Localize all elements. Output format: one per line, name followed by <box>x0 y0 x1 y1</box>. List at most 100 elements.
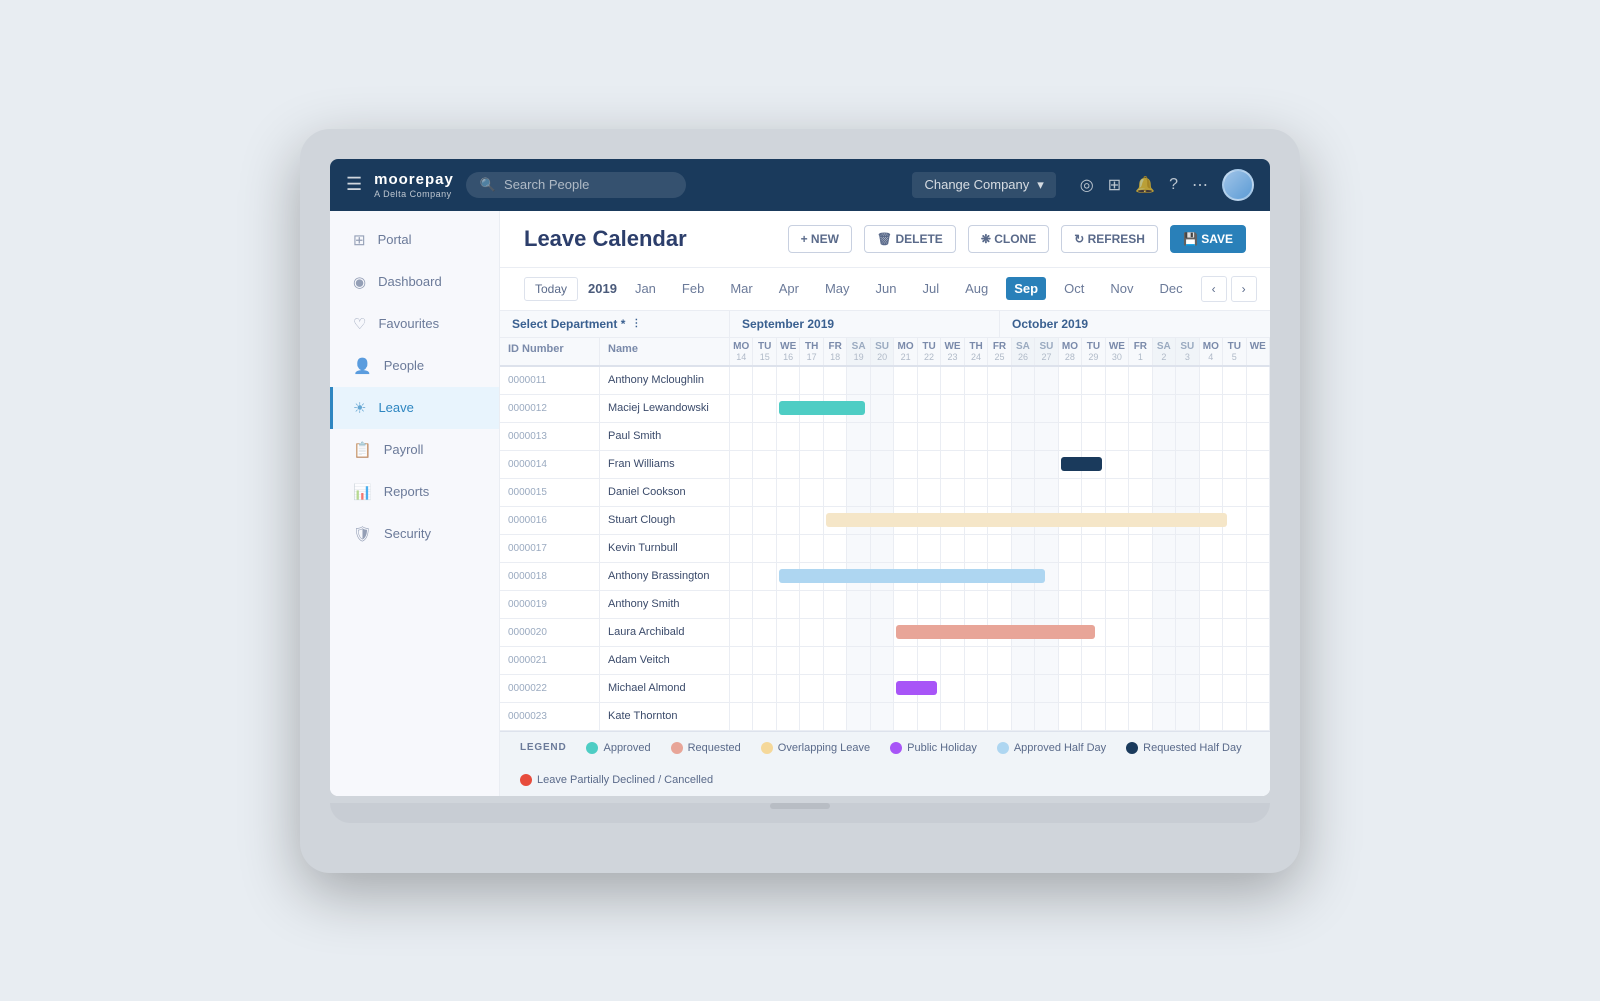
month-oct[interactable]: Oct <box>1056 277 1092 300</box>
day-cell <box>800 423 823 450</box>
day-cell <box>941 647 964 674</box>
bell-icon[interactable]: 🔔 <box>1135 175 1155 195</box>
day-cell <box>824 451 847 478</box>
sidebar-item-leave[interactable]: ☀ Leave <box>330 387 499 429</box>
day-cell <box>1153 367 1176 394</box>
day-header-3: TH17 <box>800 338 823 365</box>
month-may[interactable]: May <box>817 277 858 300</box>
next-arrow[interactable]: › <box>1231 276 1257 302</box>
day-cell <box>1129 619 1152 646</box>
legend-public-holiday: Public Holiday <box>890 742 977 754</box>
compass-icon[interactable]: ◎ <box>1080 175 1094 195</box>
day-cell <box>1106 619 1129 646</box>
clone-button[interactable]: ❋ CLONE <box>968 225 1049 253</box>
new-button[interactable]: + NEW <box>788 225 852 253</box>
day-cell <box>824 703 847 730</box>
month-dec[interactable]: Dec <box>1151 277 1190 300</box>
day-cell <box>871 675 894 702</box>
day-cell <box>1247 591 1270 618</box>
dept-dropdown-icon[interactable]: ⋮ <box>631 318 641 329</box>
day-cell <box>1247 479 1270 506</box>
day-header-14: MO28 <box>1059 338 1082 365</box>
today-button[interactable]: Today <box>524 277 578 301</box>
oct-month-label: October 2019 <box>1000 311 1270 337</box>
day-cell <box>1247 395 1270 422</box>
day-header-0: MO14 <box>730 338 753 365</box>
avatar[interactable] <box>1222 169 1254 201</box>
row-id: 0000012 <box>500 395 600 422</box>
day-cell <box>847 619 870 646</box>
day-cell <box>965 451 988 478</box>
day-cell <box>730 703 753 730</box>
day-cell <box>1176 423 1199 450</box>
top-nav: ☰ moorepay A Delta Company 🔍 Change Comp… <box>330 159 1270 211</box>
day-cell <box>894 591 917 618</box>
sidebar-item-favourites[interactable]: ♡ Favourites <box>330 303 499 345</box>
calendar-rows: 0000011Anthony Mcloughlin0000012Maciej L… <box>500 367 1270 731</box>
day-cell <box>1129 451 1152 478</box>
delete-button[interactable]: 🗑 DELETE <box>864 225 956 253</box>
prev-arrow[interactable]: ‹ <box>1201 276 1227 302</box>
sidebar-item-reports[interactable]: 📊 Reports <box>330 471 499 513</box>
day-cell <box>871 647 894 674</box>
sidebar-item-dashboard[interactable]: ◉ Dashboard <box>330 261 499 303</box>
sidebar-item-security[interactable]: 🛡 Security <box>330 513 499 555</box>
search-box[interactable]: 🔍 <box>466 172 686 198</box>
add-icon[interactable]: ⊞ <box>1108 175 1121 195</box>
laptop-frame: ☰ moorepay A Delta Company 🔍 Change Comp… <box>300 129 1300 873</box>
day-header-1: TU15 <box>753 338 776 365</box>
month-feb[interactable]: Feb <box>674 277 712 300</box>
month-mar[interactable]: Mar <box>722 277 760 300</box>
row-name: Adam Veitch <box>600 647 730 674</box>
save-button[interactable]: 💾 SAVE <box>1170 225 1246 253</box>
day-cell <box>1153 479 1176 506</box>
table-row: 0000012Maciej Lewandowski <box>500 395 1270 423</box>
day-cell <box>988 675 1011 702</box>
row-name: Anthony Smith <box>600 591 730 618</box>
refresh-button[interactable]: ↻ REFRESH <box>1061 225 1158 253</box>
overlapping-dot <box>761 742 773 754</box>
day-cell <box>1035 423 1058 450</box>
day-cell <box>1082 535 1105 562</box>
sidebar-item-payroll[interactable]: 📋 Payroll <box>330 429 499 471</box>
sidebar-item-portal[interactable]: ⊞ Portal <box>330 219 499 261</box>
day-cell <box>965 591 988 618</box>
day-cell <box>1176 563 1199 590</box>
day-cell <box>730 535 753 562</box>
month-jan[interactable]: Jan <box>627 277 664 300</box>
search-input[interactable] <box>504 177 672 192</box>
month-aug[interactable]: Aug <box>957 277 996 300</box>
day-cell <box>918 367 941 394</box>
help-icon[interactable]: ? <box>1169 176 1178 194</box>
day-cell <box>1200 367 1223 394</box>
day-cell <box>1082 479 1105 506</box>
day-cell <box>1200 619 1223 646</box>
month-apr[interactable]: Apr <box>771 277 807 300</box>
month-nov[interactable]: Nov <box>1102 277 1141 300</box>
day-cell <box>1200 395 1223 422</box>
day-cell <box>730 367 753 394</box>
row-id: 0000023 <box>500 703 600 730</box>
hamburger-icon[interactable]: ☰ <box>346 174 362 195</box>
day-header-21: TU5 <box>1223 338 1246 365</box>
day-cell <box>753 647 776 674</box>
day-cell <box>1035 675 1058 702</box>
day-cell <box>1129 367 1152 394</box>
day-cell <box>753 367 776 394</box>
month-sep[interactable]: Sep <box>1006 277 1046 300</box>
apps-icon[interactable]: ⋯ <box>1192 175 1208 195</box>
day-cell <box>1247 423 1270 450</box>
day-cell <box>988 423 1011 450</box>
sidebar-item-people[interactable]: 👤 People <box>330 345 499 387</box>
month-jul[interactable]: Jul <box>914 277 947 300</box>
company-selector[interactable]: Change Company ▾ <box>912 172 1055 198</box>
dept-select-header[interactable]: Select Department * ⋮ <box>500 311 730 337</box>
day-cell <box>1247 367 1270 394</box>
day-cell <box>847 647 870 674</box>
day-cell <box>1129 395 1152 422</box>
day-cell <box>965 367 988 394</box>
day-cell <box>871 591 894 618</box>
month-jun[interactable]: Jun <box>868 277 905 300</box>
day-cell <box>847 591 870 618</box>
day-cell <box>1200 563 1223 590</box>
